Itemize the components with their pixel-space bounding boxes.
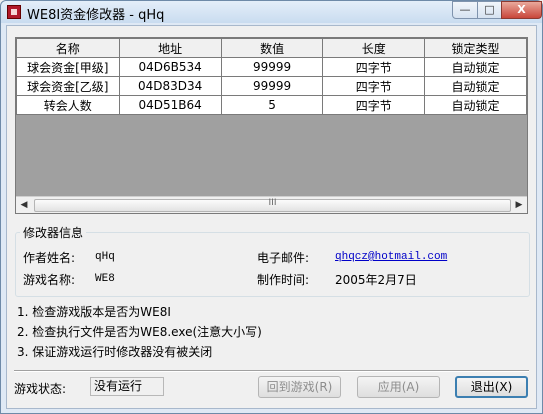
close-icon: X bbox=[517, 3, 526, 16]
status-value: 没有运行 bbox=[90, 377, 164, 396]
cell-value[interactable]: 99999 bbox=[220, 57, 324, 77]
minimize-button[interactable]: — bbox=[452, 1, 478, 19]
author-label: 作者姓名: bbox=[23, 251, 76, 265]
game-value: WE8 bbox=[95, 273, 115, 285]
date-label: 制作时间: bbox=[257, 273, 310, 287]
column-header[interactable]: 名称 bbox=[16, 38, 120, 58]
author-value: qHq bbox=[95, 251, 115, 263]
cell-length[interactable]: 四字节 bbox=[322, 57, 426, 77]
return-game-button[interactable]: 回到游戏(R) bbox=[258, 376, 341, 398]
status-label: 游戏状态: bbox=[14, 382, 67, 396]
close-button[interactable]: X bbox=[501, 1, 542, 19]
scrollbar-thumb[interactable]: III bbox=[34, 198, 511, 212]
game-label: 游戏名称: bbox=[23, 273, 76, 287]
separator bbox=[14, 370, 529, 372]
cell-name[interactable]: 球会资金[甲级] bbox=[16, 57, 120, 77]
column-header[interactable]: 长度 bbox=[322, 38, 426, 58]
maximize-icon: □ bbox=[484, 3, 495, 16]
cell-address[interactable]: 04D6B534 bbox=[118, 57, 222, 77]
table-row[interactable]: 转会人数 04D51B64 5 四字节 自动锁定 bbox=[16, 95, 527, 115]
cell-value[interactable]: 5 bbox=[220, 95, 324, 115]
exit-button[interactable]: 退出(X) bbox=[455, 376, 528, 398]
column-header[interactable]: 锁定类型 bbox=[424, 38, 527, 58]
scrollbar-grip: III bbox=[268, 198, 277, 208]
table-row[interactable]: 球会资金[甲级] 04D6B534 99999 四字节 自动锁定 bbox=[16, 57, 527, 77]
app-icon bbox=[7, 5, 21, 19]
cell-length[interactable]: 四字节 bbox=[322, 95, 426, 115]
note-3: 3. 保证游戏运行时修改器没有被关闭 bbox=[17, 345, 213, 359]
note-2: 2. 检查执行文件是否为WE8.exe(注意大小写) bbox=[17, 325, 262, 339]
cell-value[interactable]: 99999 bbox=[220, 76, 324, 96]
cell-lock-type[interactable]: 自动锁定 bbox=[424, 76, 527, 96]
cell-lock-type[interactable]: 自动锁定 bbox=[424, 95, 527, 115]
cell-lock-type[interactable]: 自动锁定 bbox=[424, 57, 527, 77]
email-link[interactable]: qhqcz@hotmail.com bbox=[335, 251, 447, 263]
minimize-icon: — bbox=[459, 3, 471, 16]
title-bar[interactable]: WE8I资金修改器 - qHq — □ X bbox=[1, 1, 542, 23]
email-label: 电子邮件: bbox=[257, 251, 310, 265]
scroll-right-icon[interactable]: ▶ bbox=[513, 199, 525, 211]
column-header[interactable]: 数值 bbox=[220, 38, 324, 58]
cell-address[interactable]: 04D51B64 bbox=[118, 95, 222, 115]
cell-name[interactable]: 球会资金[乙级] bbox=[16, 76, 120, 96]
cell-name[interactable]: 转会人数 bbox=[16, 95, 120, 115]
cheat-table[interactable]: 名称 地址 数值 长度 锁定类型 球会资金[甲级] 04D6B534 99999… bbox=[15, 37, 528, 214]
window-title: WE8I资金修改器 - qHq bbox=[27, 8, 165, 23]
cell-length[interactable]: 四字节 bbox=[322, 76, 426, 96]
date-value: 2005年2月7日 bbox=[335, 273, 417, 287]
scroll-left-icon[interactable]: ◀ bbox=[18, 199, 30, 211]
note-1: 1. 检查游戏版本是否为WE8I bbox=[17, 305, 171, 319]
info-group-title: 修改器信息 bbox=[20, 224, 87, 241]
table-row[interactable]: 球会资金[乙级] 04D83D34 99999 四字节 自动锁定 bbox=[16, 76, 527, 96]
cell-address[interactable]: 04D83D34 bbox=[118, 76, 222, 96]
cheat-table-grid: 名称 地址 数值 长度 锁定类型 球会资金[甲级] 04D6B534 99999… bbox=[16, 38, 527, 115]
apply-button[interactable]: 应用(A) bbox=[357, 376, 440, 398]
column-header[interactable]: 地址 bbox=[118, 38, 222, 58]
maximize-button[interactable]: □ bbox=[477, 1, 502, 19]
table-header-row: 名称 地址 数值 长度 锁定类型 bbox=[16, 38, 527, 58]
horizontal-scrollbar[interactable]: ◀ III ▶ bbox=[16, 196, 527, 213]
